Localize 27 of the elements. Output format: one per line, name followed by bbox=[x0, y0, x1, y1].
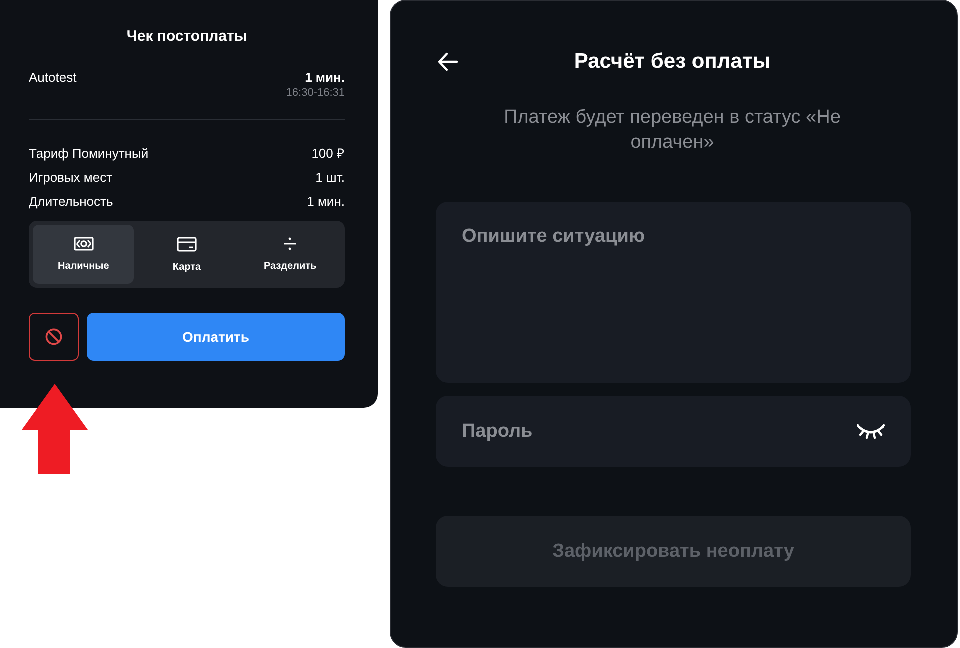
session-duration: 1 мин. bbox=[305, 70, 345, 84]
back-button[interactable] bbox=[436, 50, 460, 74]
description-field[interactable]: Опишите ситуацию bbox=[436, 202, 911, 383]
prohibited-icon bbox=[45, 328, 63, 346]
session-time: 16:30-16:31 bbox=[286, 87, 345, 99]
line-label: Игровых мест bbox=[29, 170, 113, 184]
pay-button[interactable]: Оплатить bbox=[87, 313, 345, 361]
card-icon bbox=[176, 236, 197, 252]
divide-icon bbox=[283, 237, 298, 251]
line-value: 1 мин. bbox=[307, 194, 345, 208]
payment-method-tab[interactable]: Карта bbox=[136, 225, 238, 284]
dialog-subtitle: Платеж будет переведен в статус «Не оплачен» bbox=[503, 106, 842, 155]
payment-method-tab[interactable]: Наличные bbox=[33, 225, 134, 284]
eye-closed-icon[interactable] bbox=[857, 424, 885, 440]
session-name: Autotest bbox=[29, 70, 77, 84]
arrow-icon bbox=[22, 384, 88, 474]
line-value: 1 шт. bbox=[316, 170, 345, 184]
back-arrow-icon bbox=[436, 50, 460, 74]
line-label: Тариф Поминутный bbox=[29, 146, 149, 160]
dialog-title: Расчёт без оплаты bbox=[573, 50, 772, 74]
payment-method-tab[interactable]: Разделить bbox=[240, 225, 341, 284]
password-field[interactable]: Пароль bbox=[436, 396, 911, 467]
line-value: 100 ₽ bbox=[312, 145, 345, 162]
banknote-icon bbox=[74, 237, 94, 251]
no-payment-button[interactable] bbox=[29, 313, 79, 361]
line-label: Длительность bbox=[29, 194, 114, 208]
receipt-title: Чек постоплаты bbox=[126, 28, 248, 45]
